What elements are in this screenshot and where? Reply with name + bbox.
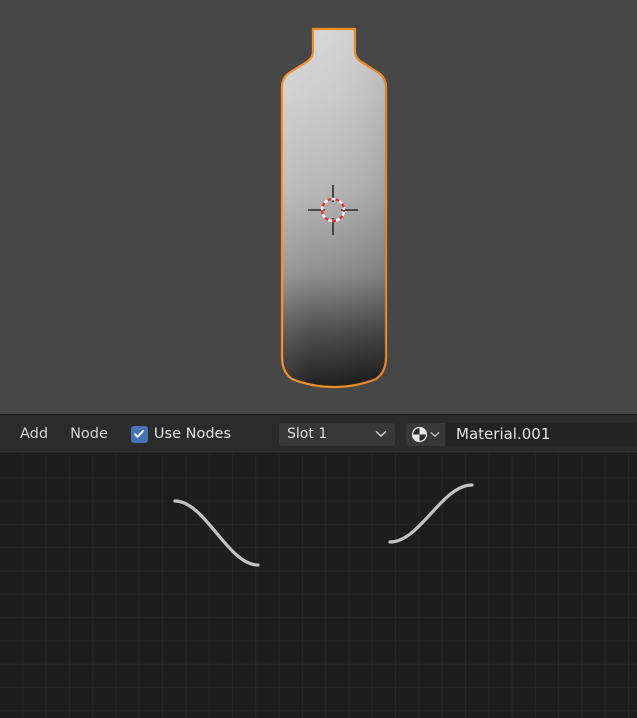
check-icon <box>134 430 145 438</box>
use-nodes-toggle[interactable]: Use Nodes <box>130 425 232 443</box>
chevron-down-icon <box>375 431 387 437</box>
bottle-mesh-svg <box>280 27 388 389</box>
material-slot-dropdown[interactable]: Slot 1 <box>278 421 397 447</box>
chevron-down-icon <box>430 431 440 437</box>
material-name-value: Material.001 <box>456 425 551 443</box>
link-z-to-viewer <box>388 483 474 544</box>
menu-node[interactable]: Node <box>59 423 119 445</box>
material-slot-value: Slot 1 <box>287 426 328 442</box>
use-nodes-checkbox[interactable] <box>130 425 148 443</box>
material-name-input[interactable]: Material.001 <box>446 421 637 447</box>
material-sphere-icon <box>411 426 428 442</box>
link-generated-to-vector <box>173 499 260 567</box>
node-editor-canvas[interactable]: Texture Coordinate Generated Normal UV O… <box>0 453 637 718</box>
bottle-object[interactable] <box>266 27 402 390</box>
menu-add[interactable]: Add <box>9 423 59 445</box>
3d-viewport[interactable] <box>0 0 637 414</box>
node-editor-header: Add Node Use Nodes Slot 1 Material.001 <box>0 414 637 453</box>
material-browse-button[interactable] <box>405 421 447 447</box>
node-links-layer <box>173 483 474 567</box>
use-nodes-label: Use Nodes <box>153 426 232 442</box>
